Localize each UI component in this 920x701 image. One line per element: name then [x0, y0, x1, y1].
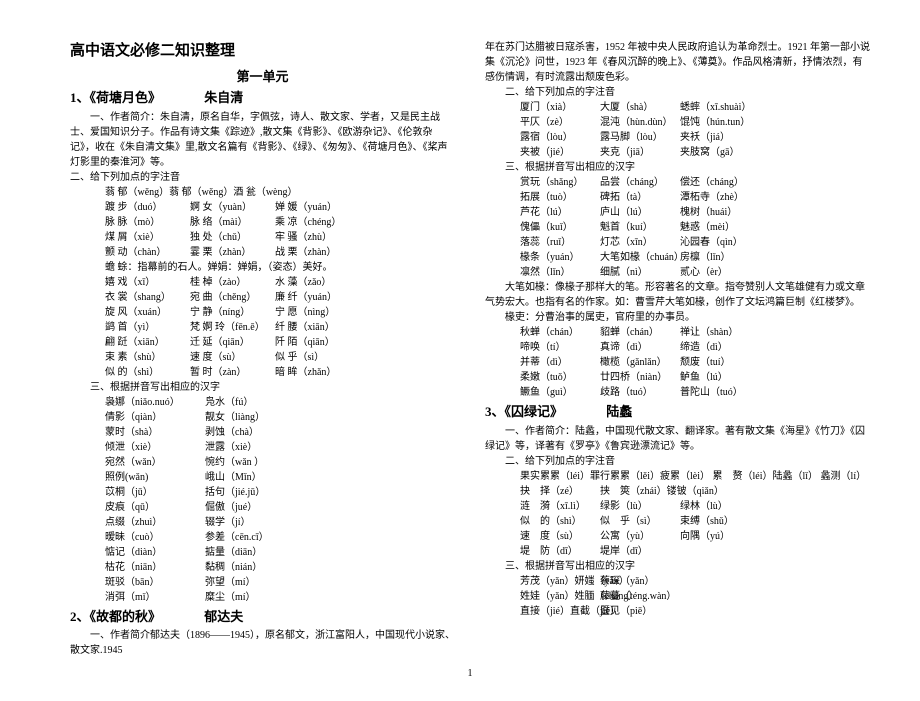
- word-row: 踱 步（duó）婀 女（yuàn）婵 媛（yuán）: [70, 200, 455, 215]
- word-row: 鳜鱼（guì）歧路（tuó）普陀山（tuó）: [485, 385, 870, 400]
- word-row: 果实累累（léi）罪行累累（lěi）疲累（lèi） 累 赘（léi）陆蠡（lǐ）…: [485, 469, 870, 484]
- word-row: 露宿（lòu）露马脚（lòu）夹袄（jiá）: [485, 130, 870, 145]
- word-row: 宛然（wǎn）惋约（wǎn ）: [70, 455, 455, 470]
- word-row: 涟 漪（xī.lì）绿影（lù）绿林（lù）: [485, 499, 870, 514]
- word-row: 傀儡（kuǐ）魁首（kuí）魅惑（mèi）: [485, 220, 870, 235]
- word-row: 照例(wǎn)峨山（Mǐn）: [70, 470, 455, 485]
- word-row: 芦花（lú）庐山（lú）槐树（huái）: [485, 205, 870, 220]
- section-1-h3: 三、根据拼音写出相应的汉字: [70, 380, 455, 395]
- word-row: 脉 脉（mò）脉 络（mài）乘 凉（chéng）: [70, 215, 455, 230]
- word-row: 夹被（jié）夹克（jiā）夹肢窝（gā）: [485, 145, 870, 160]
- word-row: 旋 风（xuán）宁 静（níng）宁 愿（nìng）: [70, 305, 455, 320]
- word-row: 柔嫩（tuǒ）廿四桥（niàn）鲈鱼（lú）: [485, 370, 870, 385]
- word-row: 皮痕（qū）倔傲（jué）: [70, 500, 455, 515]
- word-row: 蓊 郁（wěng）蓊 郁（wěng）酒 瓮（wèng）: [70, 185, 455, 200]
- page-title: 高中语文必修二知识整理: [70, 40, 455, 63]
- section-2-h2: 二、给下列加点的字注音: [485, 85, 870, 100]
- word-row: 倩影（qiàn）靓女（liàng）: [70, 410, 455, 425]
- word-row: 翩 跹（xiān）迁 延（qiān）阡 陌（qiān）: [70, 335, 455, 350]
- word-row: 似 的（shì）似 乎（sì）束缚（shǔ）: [485, 514, 870, 529]
- word-row: 直接（jié）直截（jié）暨见（piē）: [485, 604, 870, 619]
- word-row: 椽条（yuán）大笔如椽（chuán）房檩（lǐn）: [485, 250, 870, 265]
- word-row: 消弭（mǐ）糜尘（mí）: [70, 590, 455, 605]
- word-row: 暧昧（cuò）参差（cēn.cī）: [70, 530, 455, 545]
- word-row: 斑驳（bān）弥望（mí）: [70, 575, 455, 590]
- word-row: 袅娜（niǎo.nuó）凫水（fú）: [70, 395, 455, 410]
- section-1-heading: 1、《荷塘月色》 朱自清: [70, 88, 455, 108]
- section-1-h2: 二、给下列加点的字注音: [70, 170, 455, 185]
- word-row: 速 度（sù）公寓（yù）向隅（yú）: [485, 529, 870, 544]
- section-3-h3: 三、根据拼音写出相应的汉字: [485, 559, 870, 574]
- page-number: 1: [70, 666, 870, 681]
- word-row: 落蕊（ruǐ）灯芯（xīn）沁园春（qìn）: [485, 235, 870, 250]
- section-2-cont: 年在苏门达腊被日寇杀害，1952 年被中央人民政府追认为革命烈士。1921 年第…: [485, 40, 870, 85]
- word-row: 点缀（zhuì）辍学（jí）: [70, 515, 455, 530]
- section-3-heading: 3、《囚绿记》 陆蠡: [485, 402, 870, 422]
- word-row: 倾泄（xiè）泄露（xiè）: [70, 440, 455, 455]
- word-row: 似 的（shì）暂 时（zàn）暗 眸（zhǎn）: [70, 365, 455, 380]
- word-row: 凛然（lǐn）细腻（nì）贰心（èr）: [485, 265, 870, 280]
- section-2-author: 郁达夫: [204, 609, 243, 624]
- word-row: 蟾 蜍：指幕前的石人。婵娟：婵娟，（姿态）美好。: [70, 260, 455, 275]
- section-2-note1: 大笔如椽：像椽子那样大的笔。形容著名的文章。指夸赞别人文笔雄健有力或文章气势宏大…: [485, 280, 870, 310]
- word-row: 枯花（niān）黏稠（nián）: [70, 560, 455, 575]
- unit-heading: 第一单元: [70, 67, 455, 87]
- word-row: 苡桐（jū）括句（jié.jū）: [70, 485, 455, 500]
- word-row: 赏玩（shǎng）品尝（cháng）偿还（cháng）: [485, 175, 870, 190]
- word-row: 秋蝉（chán）貂蝉（chán）禅让（shàn）: [485, 325, 870, 340]
- word-row: 衣 裳（shang）宛 曲（chěng）廉 纤（yuán）: [70, 290, 455, 305]
- word-row: 鹢 首（yì）梵 婀 玲（fēn.ē）纤 腰（xiān）: [70, 320, 455, 335]
- section-3-h2: 二、给下列加点的字注音: [485, 454, 870, 469]
- section-1-author: 朱自清: [204, 90, 243, 105]
- section-2-intro: 一、作者简介郁达夫（1896——1945），原名郁文，浙江富阳人，中国现代小说家…: [70, 628, 455, 658]
- word-row: 蒙时（shà）剥蚀（chà）: [70, 425, 455, 440]
- word-row: 煤 屑（xiè）独 处（chǔ）牢 骚（zhù）: [70, 230, 455, 245]
- word-row: 束 素（shù）速 度（sù）似 乎（sì）: [70, 350, 455, 365]
- word-row: 拓展（tuò）碑拓（tà）潭柘寺（zhè）: [485, 190, 870, 205]
- word-row: 嬉 戏（xī）桂 棹（zào）水 藻（zǎo）: [70, 275, 455, 290]
- word-row: 堤 防（dī）堤岸（dī）: [485, 544, 870, 559]
- word-row: 颤 动（chàn）霎 栗（zhàn）战 栗（zhàn）: [70, 245, 455, 260]
- section-1-intro: 一、作者简介：朱自清，原名自华，字佩弦，诗人、散文家、学者，又是民主战士、爱国知…: [70, 110, 455, 170]
- section-3-author: 陆蠡: [606, 404, 632, 419]
- word-row: 啼唤（tí）真谛（dì）缔造（dì）: [485, 340, 870, 355]
- section-2-heading: 2、《故都的秋》 郁达夫: [70, 607, 455, 627]
- word-row: 厦门（xià）大厦（shà）蟋蟀（xī.shuài）: [485, 100, 870, 115]
- word-row: 芳茂（yǎn）妍媸（yǎn）蔡琛（yǎn）: [485, 574, 870, 589]
- word-row: 姓娃（yǎn）姓腼（cháng）藤蔓（téng.wàn）: [485, 589, 870, 604]
- word-row: 平仄（zè）混沌（hùn.dùn）馄饨（hún.tun）: [485, 115, 870, 130]
- section-3-intro: 一、作者简介：陆蠡，中国现代散文家、翻译家。著有散文集《海星》《竹刀》《囚绿记》…: [485, 424, 870, 454]
- section-2-h3: 三、根据拼音写出相应的汉字: [485, 160, 870, 175]
- word-row: 并蒂（dì） 橄榄（gǎnlǎn）颓废（tuí）: [485, 355, 870, 370]
- section-2-note2: 椽吏：分曹治事的属吏，官府里的办事员。: [485, 310, 870, 325]
- word-row: 抉 择（zé）挟 筴（zhái）镂铍（qiǎn）: [485, 484, 870, 499]
- word-row: 惦记（diàn）掂量（diān）: [70, 545, 455, 560]
